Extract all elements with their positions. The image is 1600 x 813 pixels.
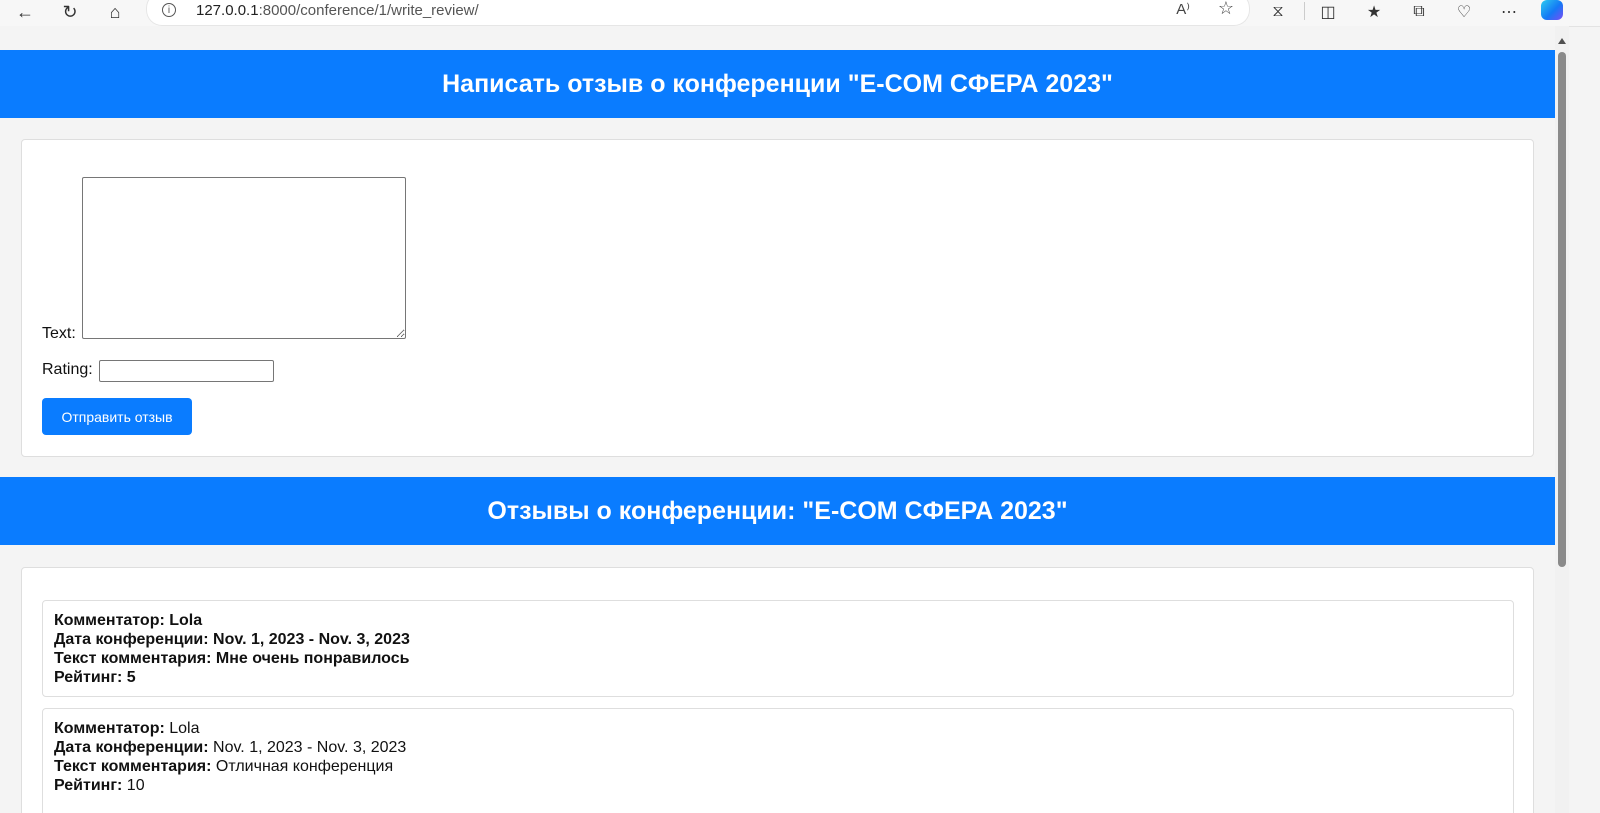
reviews-title: Отзывы о конференции: "E-COM СФЕРА 2023" xyxy=(487,496,1068,525)
review-text-line: Текст комментария: Мне очень понравилось xyxy=(54,649,1502,668)
commenter-name: Lola xyxy=(169,720,200,737)
review-text-line: Текст комментария: Отличная конференция xyxy=(54,757,1502,776)
comment-text-key: Текст комментария: xyxy=(54,758,212,775)
extensions-icon[interactable]: ⧖ xyxy=(1264,0,1292,24)
favorites-icon[interactable]: ★ xyxy=(1360,0,1388,24)
conference-date: Nov. 1, 2023 - Nov. 3, 2023 xyxy=(213,739,407,756)
rating-label: Rating: xyxy=(42,361,93,378)
page-scrollbar[interactable] xyxy=(1555,26,1569,813)
review-commenter-line: Комментатор: Lola xyxy=(54,719,1502,738)
review-date-line: Дата конференции: Nov. 1, 2023 - Nov. 3,… xyxy=(54,630,1502,649)
review-date-line: Дата конференции: Nov. 1, 2023 - Nov. 3,… xyxy=(54,738,1502,757)
collections-icon[interactable]: ⧉ xyxy=(1405,0,1433,24)
browser-toolbar: ← ↻ ⌂ i 127.0.0.1:8000/conference/1/writ… xyxy=(0,0,1600,27)
reviews-header: Отзывы о конференции: "E-COM СФЕРА 2023" xyxy=(0,477,1555,545)
conference-date: Nov. 1, 2023 - Nov. 3, 2023 xyxy=(213,631,410,648)
scroll-thumb[interactable] xyxy=(1558,52,1566,567)
url-text[interactable]: 127.0.0.1:8000/conference/1/write_review… xyxy=(196,2,479,19)
page-content: Написать отзыв о конференции "E-COM СФЕР… xyxy=(0,26,1555,813)
favorite-star-icon[interactable]: ☆ xyxy=(1218,0,1234,19)
more-options-icon[interactable]: ⋯ xyxy=(1495,0,1523,24)
url-path: :8000/conference/1/write_review/ xyxy=(258,2,479,19)
date-key: Дата конференции: xyxy=(54,631,209,648)
refresh-icon[interactable]: ↻ xyxy=(55,0,85,24)
rating-value: 5 xyxy=(126,669,136,686)
scroll-up-arrow-icon[interactable] xyxy=(1558,38,1566,44)
submit-review-button[interactable]: Отправить отзыв xyxy=(42,398,192,435)
home-icon[interactable]: ⌂ xyxy=(100,0,130,24)
reviews-card: Комментатор: Lola Дата конференции: Nov.… xyxy=(21,567,1534,813)
site-info-icon[interactable]: i xyxy=(162,3,176,17)
toolbar-divider xyxy=(1304,2,1305,20)
url-host: 127.0.0.1 xyxy=(196,2,259,19)
review-commenter-line: Комментатор: Lola xyxy=(54,611,1502,630)
address-bar[interactable]: i 127.0.0.1:8000/conference/1/write_revi… xyxy=(146,0,1250,26)
rating-value: 10 xyxy=(126,777,145,794)
text-label: Text: xyxy=(42,325,76,342)
review-rating-line: Рейтинг: 5 xyxy=(54,668,1502,687)
commenter-key: Комментатор: xyxy=(54,720,165,737)
rating-key: Рейтинг: xyxy=(54,669,123,686)
browser-essentials-icon[interactable]: ♡ xyxy=(1450,0,1478,24)
comment-text: Отличная конференция xyxy=(215,758,394,775)
write-review-header: Написать отзыв о конференции "E-COM СФЕР… xyxy=(0,50,1555,118)
commenter-key: Комментатор: xyxy=(54,612,165,629)
comment-text: Мне очень понравилось xyxy=(215,650,410,667)
split-screen-icon[interactable]: ◫ xyxy=(1314,0,1342,24)
write-review-title: Написать отзыв о конференции "E-COM СФЕР… xyxy=(442,69,1113,98)
review-form-card: Text: Rating: Отправить отзыв xyxy=(21,139,1534,457)
rating-key: Рейтинг: xyxy=(54,777,123,794)
copilot-icon[interactable] xyxy=(1541,0,1563,20)
commenter-name: Lola xyxy=(169,612,203,629)
review-text-input[interactable] xyxy=(82,177,406,339)
review-item: Комментатор: Lola Дата конференции: Nov.… xyxy=(42,600,1514,697)
comment-text-key: Текст комментария: xyxy=(54,650,212,667)
rating-input[interactable] xyxy=(99,360,274,382)
back-arrow-icon[interactable]: ← xyxy=(10,0,40,24)
date-key: Дата конференции: xyxy=(54,739,209,756)
review-item: Комментатор: Lola Дата конференции: Nov.… xyxy=(42,708,1514,813)
read-aloud-icon[interactable]: A⁾ xyxy=(1176,0,1190,18)
review-rating-line: Рейтинг: 10 xyxy=(54,776,1502,795)
